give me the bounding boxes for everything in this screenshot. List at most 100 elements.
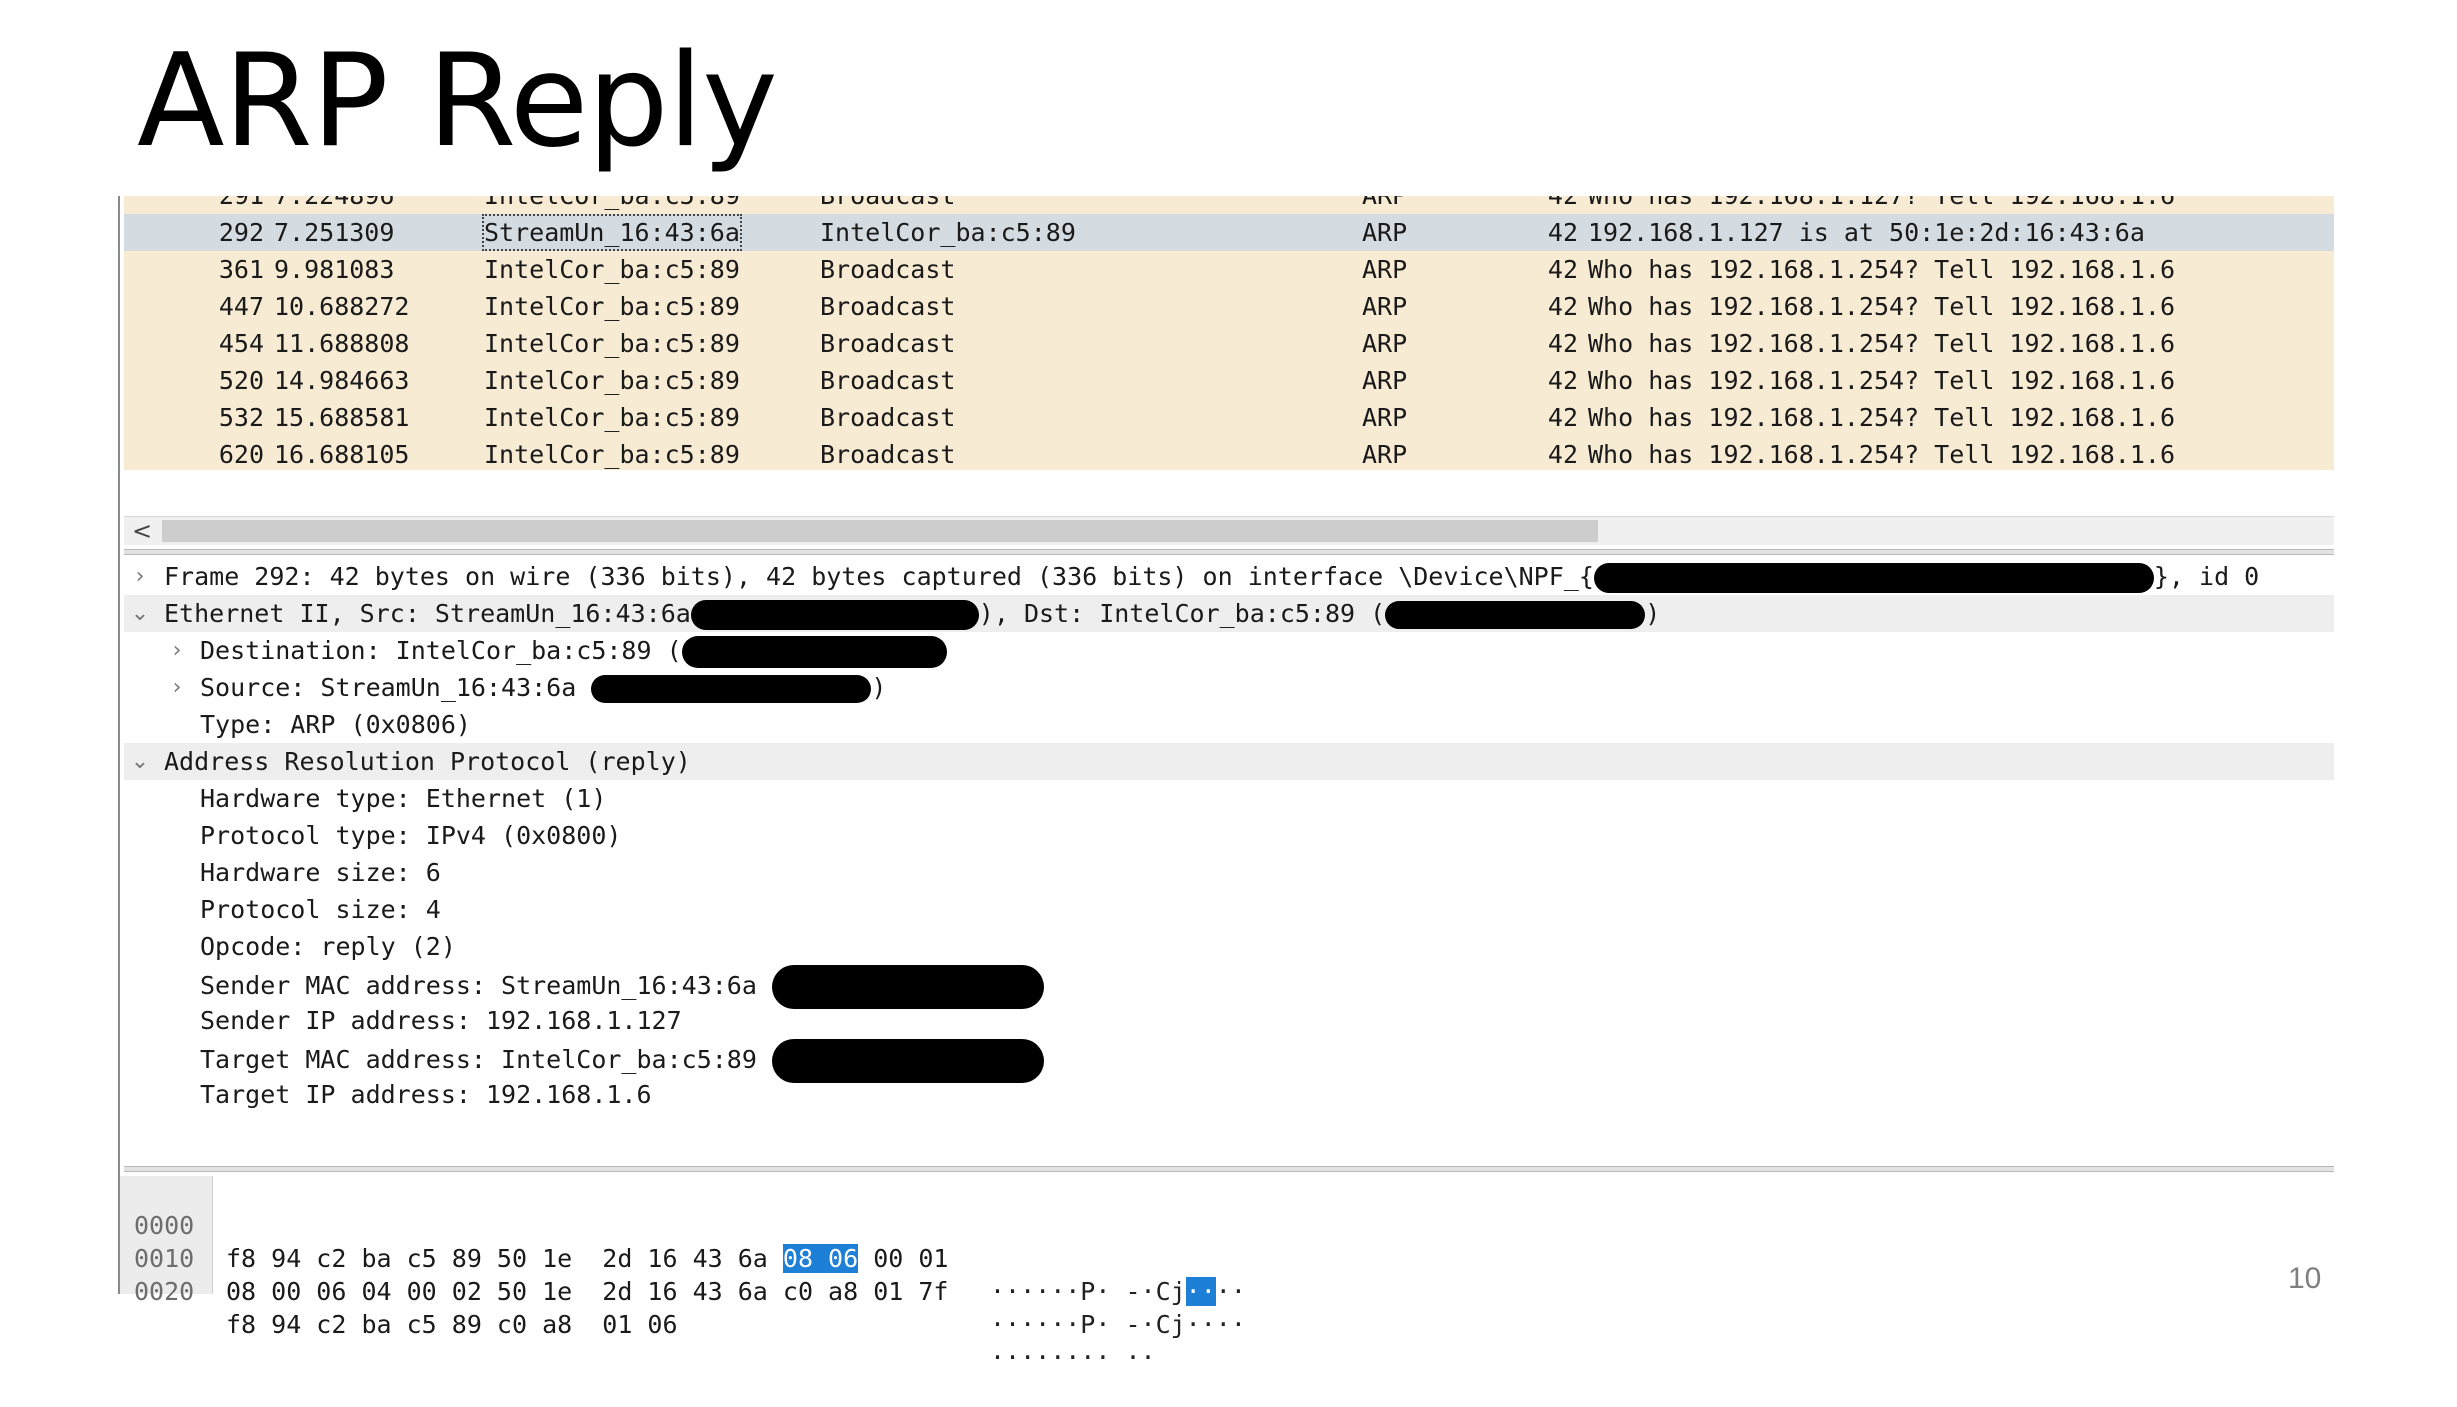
packet-source-focused[interactable]: StreamUn_16:43:6a [482,214,742,251]
packet-source: IntelCor_ba:c5:89 [484,403,740,432]
tree-item-arp[interactable]: ⌄ Address Resolution Protocol (reply) [124,743,2334,780]
packet-destination: Broadcast [820,366,956,395]
packet-protocol: ARP [1362,440,1408,469]
collapse-arrow-icon[interactable]: ⌄ [130,595,150,632]
packet-time: 15.688581 [274,403,410,432]
collapse-arrow-icon[interactable]: ⌄ [130,743,150,780]
expand-arrow-icon[interactable]: › [167,669,187,706]
packet-row[interactable]: 520 14.984663 IntelCor_ba:c5:89 Broadcas… [124,362,2334,399]
packet-length: 42 [1547,292,1578,321]
protocol-type-field: Protocol type: IPv4 (0x0800) [200,821,622,850]
packet-destination: Broadcast [820,329,956,358]
packet-row[interactable]: 532 15.688581 IntelCor_ba:c5:89 Broadcas… [124,399,2334,436]
packet-info: Who has 192.168.1.254? Tell 192.168.1.6 [1588,329,2175,358]
hex-row[interactable]: 0000 f8 94 c2 ba c5 89 50 1e 2d 16 43 6a… [120,1176,1246,1306]
scroll-left-arrow-icon[interactable]: < [132,517,152,545]
hex-bytes: f8 94 c2 ba c5 89 50 1e 2d 16 43 6a 08 0… [226,1242,948,1275]
pane-splitter[interactable] [124,549,2334,555]
tree-item-opcode[interactable]: Opcode: reply (2) [124,928,2334,965]
packet-destination: Broadcast [820,292,956,321]
horizontal-scrollbar[interactable]: < [124,516,2334,545]
tree-item-sender-mac[interactable]: Sender MAC address: StreamUn_16:43:6a [124,965,2334,1009]
hex-dump[interactable]: 0000 f8 94 c2 ba c5 89 50 1e 2d 16 43 6a… [120,1176,2334,1372]
packet-no: 361 [218,255,264,284]
packet-row[interactable]: 454 11.688808 IntelCor_ba:c5:89 Broadcas… [124,325,2334,362]
ascii-text: ·· [1215,1277,1246,1306]
tree-item-source[interactable]: › Source: StreamUn_16:43:6a ) [124,669,2334,706]
packet-info: Who has 192.168.1.254? Tell 192.168.1.6 [1588,403,2175,432]
packet-destination: Broadcast [820,255,956,284]
packet-destination: Broadcast [820,196,955,214]
packet-row-clipped[interactable]: 291 7.224896 IntelCor_ba:c5:89 Broadcast… [124,196,2334,214]
packet-no: 291 [124,196,264,214]
packet-row[interactable]: 447 10.688272 IntelCor_ba:c5:89 Broadcas… [124,288,2334,325]
packet-source: IntelCor_ba:c5:89 [484,329,740,358]
packet-protocol: ARP [1362,255,1408,284]
slide-title: ARP Reply [137,27,778,176]
packet-source: IntelCor_ba:c5:89 [484,440,740,469]
hex-bytes-text: 00 01 [858,1244,949,1273]
tree-item-target-ip[interactable]: Target IP address: 192.168.1.6 [124,1076,2334,1113]
packet-list[interactable]: 291 7.224896 IntelCor_ba:c5:89 Broadcast… [124,196,2334,470]
hex-bytes-text: f8 94 c2 ba c5 89 50 1e 2d 16 43 6a [226,1244,783,1273]
tree-item-destination[interactable]: › Destination: IntelCor_ba:c5:89 ( [124,632,2334,669]
packet-protocol: ARP [1362,196,1407,214]
arp-summary: Address Resolution Protocol (reply) [164,747,691,776]
tree-item-frame[interactable]: › Frame 292: 42 bytes on wire (336 bits)… [124,558,2334,595]
packet-time: 9.981083 [274,255,395,284]
packet-info: Who has 192.168.1.127? Tell 192.168.1.6 [1588,196,2175,214]
ascii-selected[interactable]: ·· [1185,1277,1216,1306]
packet-row-selected[interactable]: 292 7.251309 StreamUn_16:43:6a IntelCor_… [124,214,2334,251]
packet-no: 620 [218,440,264,469]
hardware-size-field: Hardware size: 6 [200,858,441,887]
packet-length: 42 [1547,366,1578,395]
packet-row[interactable]: 620 16.688105 IntelCor_ba:c5:89 Broadcas… [124,436,2334,470]
target-mac-field: Target MAC address: IntelCor_ba:c5:89 [200,1045,757,1074]
ethernet-summary-end: ) [1645,599,1661,628]
packet-protocol: ARP [1362,366,1408,395]
packet-source: IntelCor_ba:c5:89 [484,196,740,214]
tree-item-ethernet[interactable]: ⌄ Ethernet II, Src: StreamUn_16:43:6a), … [124,595,2334,632]
type-field: Type: ARP (0x0806) [200,710,471,739]
packet-no: 447 [218,292,264,321]
packet-destination: Broadcast [820,403,956,432]
packet-no: 520 [218,366,264,395]
hex-bytes: f8 94 c2 ba c5 89 c0 a8 01 06 [226,1310,678,1339]
tree-item-sender-ip[interactable]: Sender IP address: 192.168.1.127 [124,1002,2334,1039]
hex-bytes-selected[interactable]: 08 06 [782,1244,859,1273]
source-field-end: ) [871,673,887,702]
packet-protocol: ARP [1362,329,1408,358]
tree-item-hw-size[interactable]: Hardware size: 6 [124,854,2334,891]
packet-row[interactable]: 361 9.981083 IntelCor_ba:c5:89 Broadcast… [124,251,2334,288]
ascii-text: ······P· -·Cj [990,1277,1186,1306]
redaction-mark [1385,601,1646,629]
hex-offset: 0020 [134,1277,195,1306]
expand-arrow-icon[interactable]: › [167,632,187,669]
hex-row[interactable]: 0020 f8 94 c2 ba c5 89 c0 a8 01 06 ·····… [120,1242,1156,1372]
redaction-mark [690,600,979,630]
packet-time: 10.688272 [274,292,410,321]
tree-item-proto-size[interactable]: Protocol size: 4 [124,891,2334,928]
packet-time: 14.984663 [274,366,410,395]
pane-splitter[interactable] [124,1166,2334,1172]
tree-item-type[interactable]: Type: ARP (0x0806) [124,706,2334,743]
scrollbar-thumb[interactable] [162,520,1598,542]
packet-time: 11.688808 [274,329,410,358]
frame-summary-end: }, id 0 [2153,562,2260,591]
hex-ascii: ······P· -·Cj···· [990,1275,1246,1308]
source-field: Source: StreamUn_16:43:6a [200,673,577,702]
tree-item-target-mac[interactable]: Target MAC address: IntelCor_ba:c5:89 [124,1039,2334,1083]
packet-length: 42 [1544,196,1578,214]
page-number: 10 [2288,1262,2322,1295]
destination-field: Destination: IntelCor_ba:c5:89 ( [200,636,682,665]
packet-source: IntelCor_ba:c5:89 [484,366,740,395]
tree-item-hw-type[interactable]: Hardware type: Ethernet (1) [124,780,2334,817]
hex-row[interactable]: 0010 08 00 06 04 00 02 50 1e 2d 16 43 6a… [120,1209,1246,1339]
redaction-mark [681,636,947,668]
redaction-mark [591,675,872,703]
packet-time: 16.688105 [274,440,410,469]
tree-item-proto-type[interactable]: Protocol type: IPv4 (0x0800) [124,817,2334,854]
packet-info: Who has 192.168.1.254? Tell 192.168.1.6 [1588,255,2175,284]
expand-arrow-icon[interactable]: › [130,558,150,595]
packet-length: 42 [1547,440,1578,469]
